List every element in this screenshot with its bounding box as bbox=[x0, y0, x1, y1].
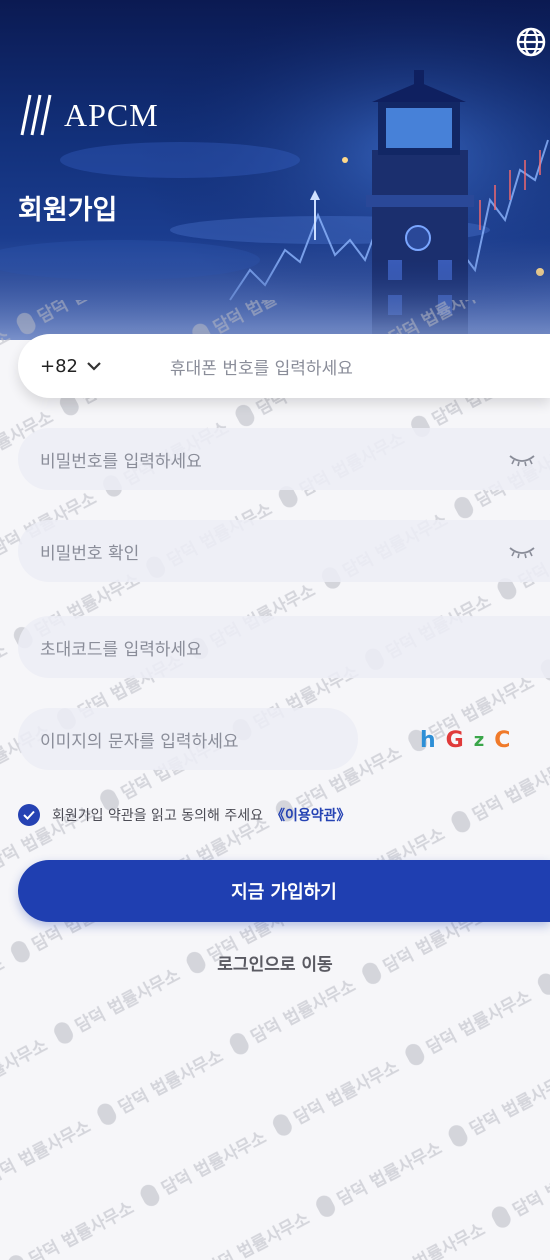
terms-checkbox[interactable] bbox=[18, 804, 40, 826]
captcha-char: z bbox=[473, 729, 485, 751]
logo-mark-icon bbox=[20, 94, 52, 136]
captcha-input[interactable]: 이미지의 문자를 입력하세요 bbox=[18, 727, 239, 752]
invite-code-input[interactable]: 초대코드를 입력하세요 bbox=[18, 635, 202, 660]
invite-code-field[interactable]: 초대코드를 입력하세요 bbox=[18, 616, 550, 678]
signup-button[interactable]: 지금 가입하기 bbox=[18, 860, 550, 922]
page-title: 회원가입 bbox=[18, 195, 118, 226]
captcha-field[interactable]: 이미지의 문자를 입력하세요 bbox=[18, 708, 358, 770]
password-field[interactable]: 비밀번호를 입력하세요 bbox=[18, 428, 550, 490]
globe-icon bbox=[516, 27, 546, 57]
phone-input[interactable]: 휴대폰 번호를 입력하세요 bbox=[170, 354, 353, 379]
language-button[interactable] bbox=[515, 26, 547, 58]
eye-closed-icon[interactable] bbox=[508, 544, 536, 560]
chevron-down-icon[interactable] bbox=[86, 361, 102, 371]
terms-link[interactable]: 《이용약관》 bbox=[271, 805, 351, 825]
lighthouse-scene-illustration bbox=[0, 0, 550, 340]
terms-agreement-text: 회원가입 약관을 읽고 동의해 주세요 bbox=[52, 808, 263, 824]
password-confirm-field[interactable]: 비밀번호 확인 bbox=[18, 520, 550, 582]
phone-field[interactable]: +82 휴대폰 번호를 입력하세요 bbox=[18, 334, 550, 398]
captcha-char: C bbox=[494, 727, 511, 753]
logo-text: APCM bbox=[64, 96, 159, 133]
eye-closed-icon[interactable] bbox=[508, 452, 536, 468]
country-code-select[interactable]: +82 bbox=[18, 356, 86, 377]
password-confirm-input[interactable]: 비밀번호 확인 bbox=[18, 539, 139, 564]
captcha-char: G bbox=[445, 727, 464, 753]
password-input[interactable]: 비밀번호를 입력하세요 bbox=[18, 447, 202, 472]
check-icon bbox=[23, 810, 35, 820]
go-to-login-link[interactable]: 로그인으로 이동 bbox=[0, 950, 550, 975]
hero-banner: APCM 회원가입 bbox=[0, 0, 550, 340]
captcha-image[interactable]: h G z C bbox=[420, 722, 530, 758]
terms-agreement-row: 회원가입 약관을 읽고 동의해 주세요 《이용약관》 bbox=[18, 800, 351, 830]
captcha-char: h bbox=[420, 727, 436, 753]
app-logo: APCM bbox=[20, 90, 159, 140]
